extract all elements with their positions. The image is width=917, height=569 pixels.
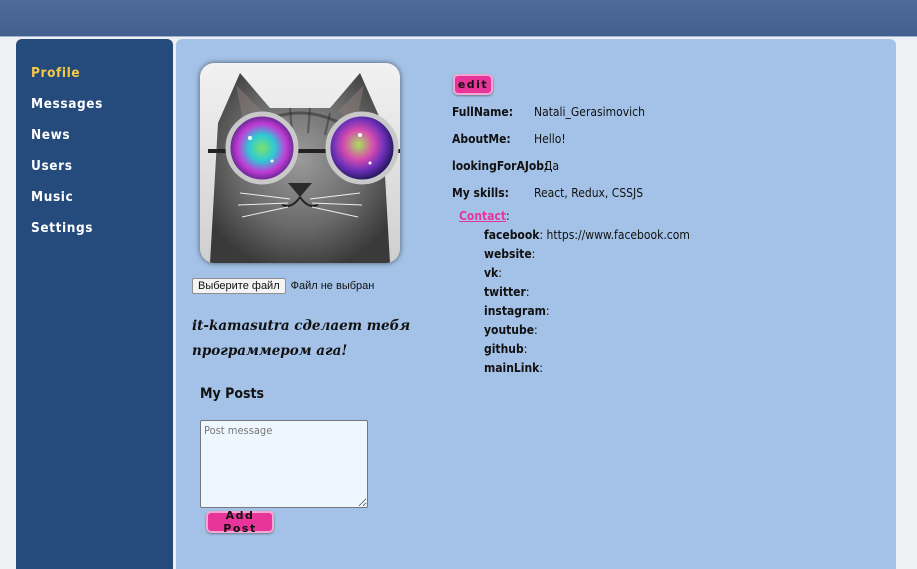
contact-key: website xyxy=(484,247,532,261)
file-status-text: Файл не выбран xyxy=(290,280,375,292)
profile-content: Выберите файл Файл не выбран it-kamasutr… xyxy=(176,39,896,569)
my-posts-title: My Posts xyxy=(200,386,265,402)
contact-key: instagram xyxy=(484,304,546,318)
top-header-bar xyxy=(0,0,917,37)
contact-vk: vk: xyxy=(484,266,502,280)
contact-youtube: youtube: xyxy=(484,323,538,337)
field-label: My skills: xyxy=(452,186,509,200)
edit-profile-button[interactable]: edit xyxy=(453,74,493,95)
choose-file-button[interactable]: Выберите файл xyxy=(192,278,286,294)
field-value: Natali_Gerasimovich xyxy=(534,105,645,119)
contact-instagram: instagram: xyxy=(484,304,550,318)
contact-website: website: xyxy=(484,247,536,261)
sidebar-nav: Profile Messages News Users Music Settin… xyxy=(16,39,173,569)
field-value: React, Redux, CSSJS xyxy=(534,186,644,200)
field-about-me: AboutMe: Hello! xyxy=(452,132,566,146)
profile-status[interactable]: it-kamasutra сделает тебя программером а… xyxy=(192,314,412,364)
contact-value: https://www.facebook.com xyxy=(546,228,690,242)
field-label: lookingForAJob: xyxy=(452,159,549,173)
sidebar-item-news[interactable]: News xyxy=(31,127,70,143)
contact-key: facebook xyxy=(484,228,540,242)
contact-key: vk xyxy=(484,266,499,280)
contact-key: mainLink xyxy=(484,361,540,375)
file-upload: Выберите файл Файл не выбран xyxy=(192,278,374,294)
post-message-input[interactable] xyxy=(200,420,368,508)
field-skills: My skills: React, Redux, CSSJS xyxy=(452,186,643,200)
sidebar-item-settings[interactable]: Settings xyxy=(31,220,93,236)
sidebar-item-users[interactable]: Users xyxy=(31,158,73,174)
add-post-button[interactable]: Add Post xyxy=(206,509,274,535)
contact-twitter: twitter: xyxy=(484,285,530,299)
contact-main-link: mainLink: xyxy=(484,361,543,375)
sidebar-item-profile[interactable]: Profile xyxy=(31,65,80,81)
cat-with-galaxy-glasses-photo xyxy=(200,63,400,263)
contact-key: twitter xyxy=(484,285,526,299)
contact-github: github: xyxy=(484,342,528,356)
avatar xyxy=(200,63,400,263)
sidebar-item-messages[interactable]: Messages xyxy=(31,96,103,112)
field-label: AboutMe: xyxy=(452,132,511,146)
field-fullname: FullName: Natali_Gerasimovich xyxy=(452,105,645,119)
contact-key: youtube xyxy=(484,323,535,337)
field-value: Да xyxy=(544,159,560,173)
contact-facebook: facebook: https://www.facebook.com xyxy=(484,228,690,242)
sidebar-item-music[interactable]: Music xyxy=(31,189,73,205)
field-value: Hello! xyxy=(534,132,566,146)
field-looking-for-job: lookingForAJob: Да xyxy=(452,159,559,173)
contacts-link[interactable]: Contact xyxy=(459,209,506,223)
field-label: FullName: xyxy=(452,105,514,119)
contacts-heading: Contact: xyxy=(459,209,510,223)
contact-key: github xyxy=(484,342,524,356)
